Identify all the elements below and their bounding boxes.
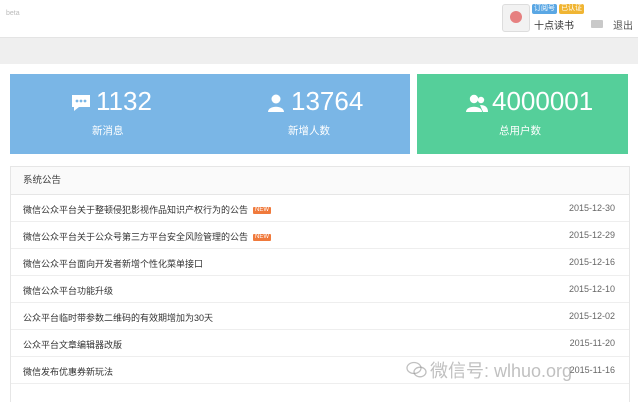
stat-label: 新增人数 — [288, 125, 330, 137]
notice-date: 2015-12-10 — [568, 284, 615, 294]
stat-new-users[interactable]: 13764 新增人数 — [210, 74, 410, 154]
new-badge: NEW — [253, 207, 272, 215]
mail-icon[interactable] — [591, 20, 603, 28]
beta-tag: beta — [6, 10, 20, 17]
panel-title: 系统公告 — [11, 167, 629, 195]
notice-date: 2015-11-20 — [569, 338, 615, 348]
account-name[interactable]: 十点读书 — [534, 17, 574, 32]
verified-badge: 已认证 — [559, 4, 584, 14]
notice-title-text: 公众平台文章编辑器改版 — [23, 340, 123, 350]
notice-title-text: 公众平台临时带参数二维码的有效期增加为30天 — [23, 313, 214, 323]
notice-title[interactable]: 微信公众平台面向开发者新增个性化菜单接口 — [23, 257, 203, 270]
notice-date: 2015-12-29 — [568, 230, 615, 240]
notice-row[interactable]: 公众平台临时带参数二维码的有效期增加为30天 2015-12-02 — [11, 303, 629, 330]
notice-row[interactable]: 公众平台文章编辑器改版 2015-11-20 — [11, 330, 629, 357]
notice-date: 2015-11-16 — [569, 365, 615, 375]
wechat-watermark-icon — [406, 361, 427, 378]
stat-label: 总用户数 — [499, 125, 541, 137]
notice-row[interactable]: 微信公众平台功能升级 2015-12-10 — [11, 276, 629, 303]
notice-title[interactable]: 微信公众平台关于公众号第三方平台安全风险管理的公告 NEW — [23, 230, 272, 243]
stats-panel-blue: 1132 新消息 13764 新增人数 — [10, 74, 410, 154]
stat-label: 新消息 — [92, 125, 124, 137]
notice-title[interactable]: 公众平台临时带参数二维码的有效期增加为30天 — [23, 311, 213, 324]
notice-list: 微信公众平台关于整顿侵犯影视作品知识产权行为的公告 NEW 2015-12-30 微信… — [11, 195, 629, 384]
message-icon — [72, 95, 90, 111]
notice-title-text: 微信公众平台功能升级 — [23, 286, 114, 296]
stat-value: 4000001 — [492, 86, 594, 116]
users-icon — [466, 94, 488, 112]
new-badge: NEW — [253, 234, 272, 242]
user-icon — [268, 94, 284, 112]
stat-value: 13764 — [291, 86, 364, 116]
nav-strip — [0, 38, 638, 64]
account-badges: 订阅号 已认证 — [532, 4, 584, 14]
notice-title[interactable]: 微信公众平台关于整顿侵犯影视作品知识产权行为的公告 NEW — [23, 203, 272, 216]
notice-date: 2015-12-02 — [568, 311, 615, 321]
stat-total-users[interactable]: 4000001 总用户数 — [417, 74, 628, 154]
notice-date: 2015-12-30 — [568, 203, 615, 213]
top-bar: beta 订阅号 已认证 十点读书 退出 — [0, 0, 638, 38]
stat-value: 1132 — [96, 86, 152, 116]
notice-title[interactable]: 公众平台文章编辑器改版 — [23, 338, 122, 351]
subscription-badge: 订阅号 — [532, 4, 557, 14]
watermark-text: 微信号: wlhuo.org — [430, 361, 573, 381]
avatar[interactable] — [502, 4, 530, 32]
notice-title-text: 微信公众平台面向开发者新增个性化菜单接口 — [23, 259, 204, 269]
stats-panel-green: 4000001 总用户数 — [417, 74, 628, 154]
notice-row[interactable]: 微信公众平台面向开发者新增个性化菜单接口 2015-12-16 — [11, 249, 629, 276]
notice-title[interactable]: 微信公众平台功能升级 — [23, 284, 113, 297]
stat-new-messages[interactable]: 1132 新消息 — [10, 74, 210, 154]
notice-date: 2015-12-16 — [568, 257, 615, 267]
logout-link[interactable]: 退出 — [613, 17, 633, 32]
notice-row[interactable]: 微信公众平台关于公众号第三方平台安全风险管理的公告 NEW 2015-12-29 — [11, 222, 629, 249]
notice-title[interactable]: 微信发布优惠券新玩法 — [23, 365, 113, 378]
notice-row[interactable]: 微信公众平台关于整顿侵犯影视作品知识产权行为的公告 NEW 2015-12-30 — [11, 195, 629, 222]
notice-title-text: 微信发布优惠券新玩法 — [23, 367, 114, 377]
notice-title-text: 微信公众平台关于整顿侵犯影视作品知识产权行为的公告 — [23, 205, 249, 215]
notice-title-text: 微信公众平台关于公众号第三方平台安全风险管理的公告 — [23, 232, 249, 242]
